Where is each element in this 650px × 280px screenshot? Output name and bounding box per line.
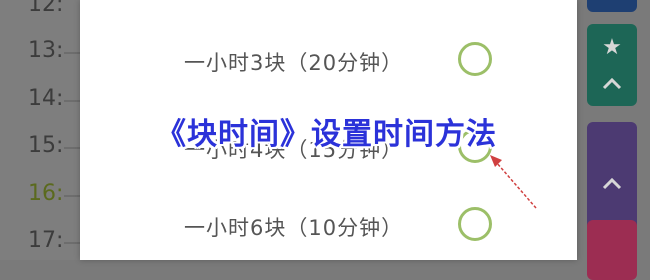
annotation-arrow-icon [490, 155, 537, 209]
